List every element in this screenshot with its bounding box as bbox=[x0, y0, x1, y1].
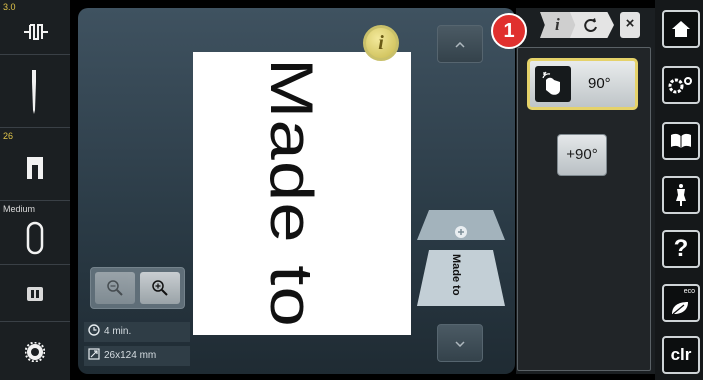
tutorial-button[interactable] bbox=[662, 122, 700, 160]
zoom-out-icon bbox=[107, 280, 123, 296]
size-value: 26x124 mm bbox=[104, 350, 157, 361]
resize-icon bbox=[88, 348, 100, 360]
hoop-icon bbox=[27, 287, 43, 301]
zoom-in-icon bbox=[152, 280, 168, 296]
help-icon: ? bbox=[673, 235, 689, 262]
rotate-plus-90-button[interactable]: +90° bbox=[557, 134, 607, 176]
breadcrumb-rotate-tab[interactable] bbox=[570, 12, 614, 38]
eco-label: eco bbox=[683, 288, 695, 295]
stitch-width-value: 3.0 bbox=[3, 2, 16, 12]
step-badge: 1 bbox=[491, 13, 527, 49]
setup-button[interactable] bbox=[662, 66, 700, 104]
presser-foot-value: 26 bbox=[3, 131, 14, 141]
close-button[interactable]: × bbox=[620, 12, 640, 38]
rotate-90-button[interactable]: 90° bbox=[527, 58, 638, 110]
help-button[interactable]: ? bbox=[662, 230, 700, 268]
left-sidebar: 3.0 26 Medium bbox=[0, 0, 70, 380]
time-status: 4 min. bbox=[84, 322, 190, 342]
embroidery-motif: Made to bbox=[258, 58, 325, 328]
book-icon bbox=[671, 133, 691, 148]
tension-label: Medium bbox=[3, 204, 36, 214]
needle-icon bbox=[32, 70, 36, 114]
scroll-down-button[interactable] bbox=[437, 324, 483, 362]
rotate-icon bbox=[584, 18, 597, 32]
chevron-up-icon bbox=[455, 41, 465, 48]
tension-icon bbox=[26, 221, 44, 255]
home-button[interactable] bbox=[662, 10, 700, 48]
dress-form-icon bbox=[676, 184, 686, 206]
chevron-down-icon bbox=[455, 341, 465, 348]
creative-consultant-button[interactable] bbox=[662, 176, 700, 214]
gear-icon bbox=[25, 342, 45, 362]
leaf-icon bbox=[672, 302, 688, 315]
clr-label: clr bbox=[670, 345, 692, 364]
zoom-control bbox=[90, 267, 185, 309]
motif-text: Made to bbox=[258, 58, 325, 328]
rotate-90-label: 90° bbox=[588, 75, 611, 92]
eco-button[interactable]: eco bbox=[662, 284, 700, 322]
breadcrumb-info-label: i bbox=[555, 15, 560, 34]
clear-button[interactable]: clr bbox=[662, 336, 700, 374]
time-value: 4 min. bbox=[104, 326, 132, 337]
settings-wheel-button[interactable] bbox=[0, 323, 70, 380]
close-icon: × bbox=[625, 15, 635, 32]
layer-thumbnail-text: Made to bbox=[450, 254, 462, 296]
stitch-width-button[interactable]: 3.0 bbox=[0, 0, 70, 55]
thread-tension-button[interactable]: Medium bbox=[0, 202, 70, 265]
zoom-out-button[interactable] bbox=[95, 272, 135, 304]
design-canvas[interactable]: Made to bbox=[193, 52, 411, 335]
needle-button[interactable] bbox=[0, 56, 70, 128]
stitch-width-icon bbox=[24, 24, 48, 40]
rotate-hand-icon bbox=[535, 66, 571, 102]
home-icon bbox=[672, 21, 690, 37]
presser-foot-icon bbox=[27, 157, 43, 179]
size-status: 26x124 mm bbox=[84, 346, 190, 366]
zoom-in-button[interactable] bbox=[140, 272, 180, 304]
presser-foot-button[interactable]: 26 bbox=[0, 129, 70, 201]
scroll-up-button[interactable] bbox=[437, 25, 483, 63]
info-button[interactable]: i bbox=[363, 25, 399, 61]
layer-stack[interactable]: Made to bbox=[415, 210, 507, 306]
hoop-button[interactable] bbox=[0, 266, 70, 322]
setup-gear-icon bbox=[668, 77, 692, 94]
clock-icon bbox=[88, 324, 100, 336]
